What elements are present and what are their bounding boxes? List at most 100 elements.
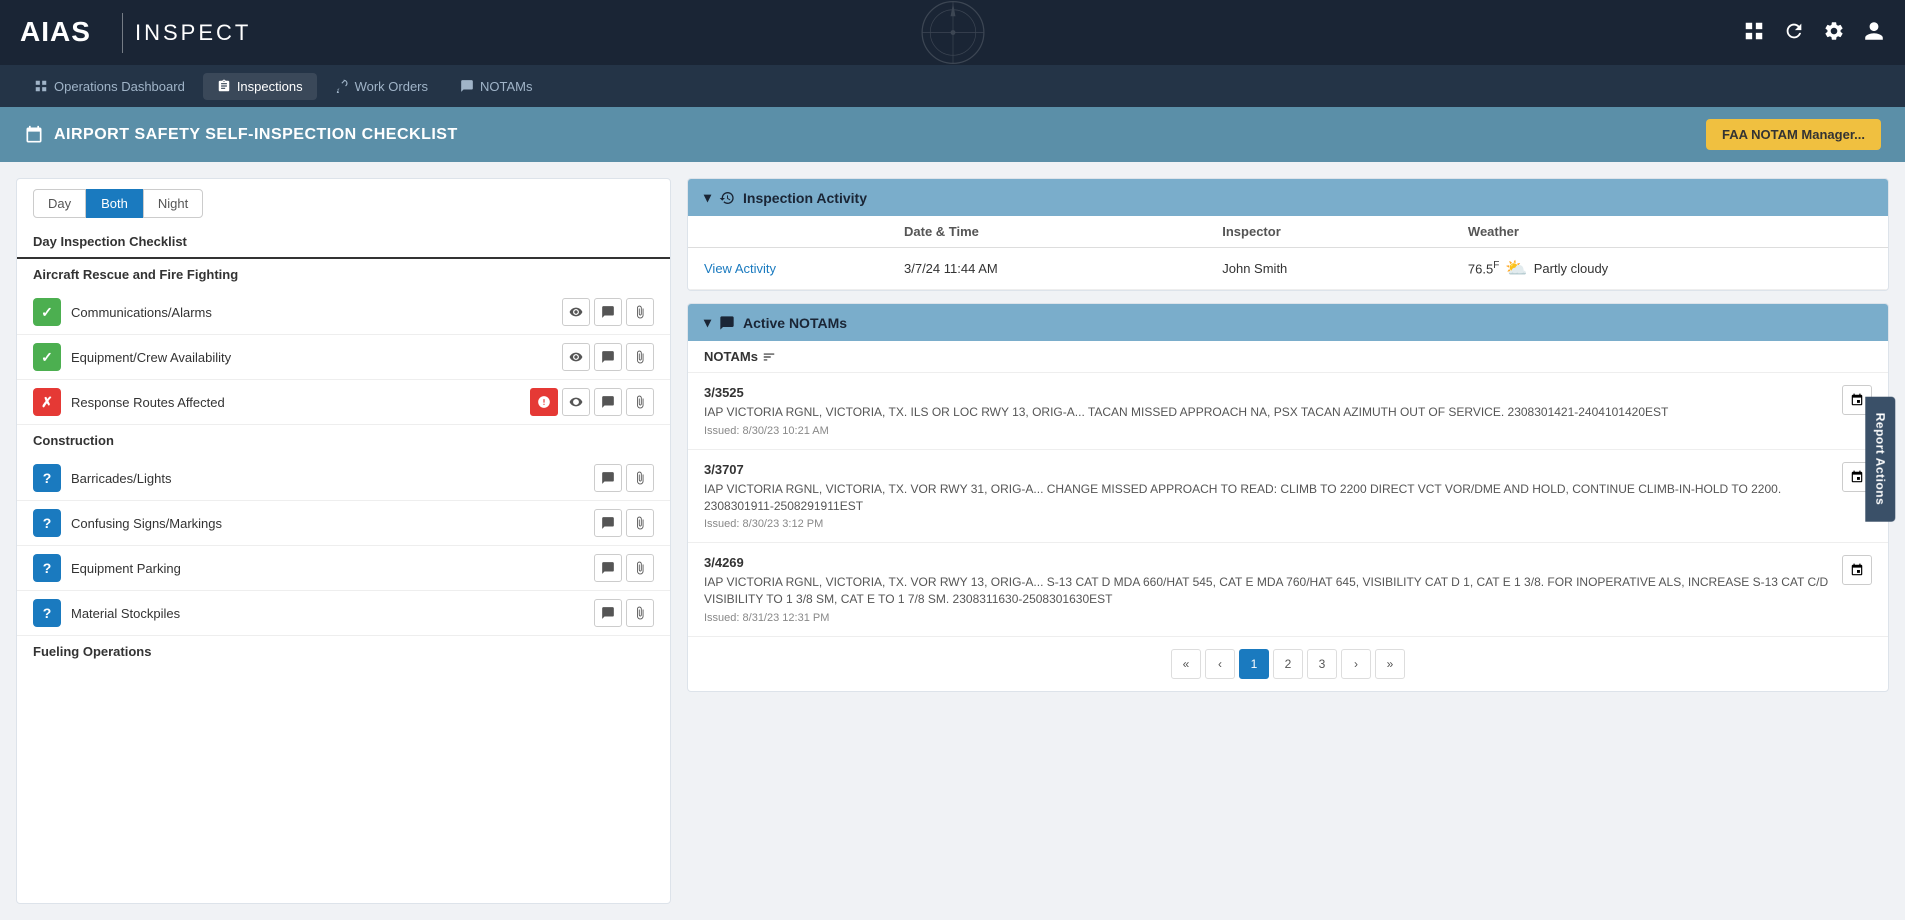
notam-issued-3707: Issued: 8/30/23 3:12 PM <box>704 518 1832 530</box>
app-logo: AIAS INSPECT <box>20 9 251 56</box>
attach-icon-b <box>633 471 647 485</box>
activity-row: View Activity 3/7/24 11:44 AM John Smith… <box>688 248 1888 290</box>
report-actions-tab[interactable]: Report Actions <box>1866 396 1896 521</box>
page-header-content: AIRPORT SAFETY SELF-INSPECTION CHECKLIST <box>24 125 458 145</box>
notam-content-3525: 3/3525 IAP VICTORIA RGNL, VICTORIA, TX. … <box>704 385 1832 437</box>
attach-btn-barricades[interactable] <box>626 464 654 492</box>
comment-icon-3 <box>601 395 615 409</box>
secondary-nav: Operations Dashboard Inspections Work Or… <box>0 65 1905 107</box>
comment-btn-barricades[interactable] <box>594 464 622 492</box>
notam-row-3707: 3/3707 IAP VICTORIA RGNL, VICTORIA, TX. … <box>688 450 1888 544</box>
chevron-down-icon-notams: ▾ <box>704 314 711 331</box>
notam-text-3707: IAP VICTORIA RGNL, VICTORIA, TX. VOR RWY… <box>704 481 1832 515</box>
refresh-icon[interactable] <box>1783 20 1805 45</box>
item-actions-material <box>594 599 654 627</box>
comment-btn-response-routes[interactable] <box>594 388 622 416</box>
comment-btn-comm-alarms[interactable] <box>594 298 622 326</box>
notam-id-3707: 3/3707 <box>704 462 1832 477</box>
pagination-page-2[interactable]: 2 <box>1273 649 1303 679</box>
calendar-icon <box>24 125 44 145</box>
pagination-prev[interactable]: ‹ <box>1205 649 1235 679</box>
attach-btn-equip-parking[interactable] <box>626 554 654 582</box>
inspection-activity-header[interactable]: ▾ Inspection Activity <box>688 179 1888 216</box>
eye-icon <box>569 305 583 319</box>
logo-text: AIAS <box>20 9 110 56</box>
pagination-page-3[interactable]: 3 <box>1307 649 1337 679</box>
notam-pin-icon <box>1850 393 1864 407</box>
filter-both-btn[interactable]: Both <box>86 189 143 218</box>
item-label-equip-crew: Equipment/Crew Availability <box>71 350 552 365</box>
attach-btn-material[interactable] <box>626 599 654 627</box>
filter-night-btn[interactable]: Night <box>143 189 203 218</box>
col-date-time <box>688 216 888 248</box>
comment-btn-equip-crew[interactable] <box>594 343 622 371</box>
comment-btn-equip-parking[interactable] <box>594 554 622 582</box>
notams-filter-label: NOTAMs <box>704 349 776 364</box>
attach-icon-m <box>633 606 647 620</box>
chat-nav-icon <box>460 79 474 93</box>
item-label-response-routes: Response Routes Affected <box>71 395 520 410</box>
nav-operations[interactable]: Operations Dashboard <box>20 73 199 100</box>
chevron-down-icon: ▾ <box>704 189 711 206</box>
status-unknown-material: ? <box>33 599 61 627</box>
filter-row: Day Both Night <box>17 179 670 228</box>
view-btn-comm-alarms[interactable] <box>562 298 590 326</box>
pagination-last[interactable]: » <box>1375 649 1405 679</box>
activity-inspector: John Smith <box>1206 248 1452 290</box>
notam-action-btn-4269[interactable] <box>1842 555 1872 585</box>
eye-icon-2 <box>569 350 583 364</box>
checklist-item-material-stockpiles: ? Material Stockpiles <box>17 591 670 636</box>
view-activity-link[interactable]: View Activity <box>704 261 776 276</box>
section-construction-header: Construction <box>17 425 670 456</box>
checklist-title: Day Inspection Checklist <box>17 228 670 259</box>
attach-btn-equip-crew[interactable] <box>626 343 654 371</box>
filter-day-btn[interactable]: Day <box>33 189 86 218</box>
logo-divider <box>122 13 123 53</box>
top-nav-actions <box>1743 20 1885 45</box>
section-fueling-header: Fueling Operations <box>17 636 670 667</box>
sort-icon[interactable] <box>762 350 776 364</box>
comment-icon-2 <box>601 350 615 364</box>
faa-notam-btn[interactable]: FAA NOTAM Manager... <box>1706 119 1881 150</box>
comment-btn-confusing[interactable] <box>594 509 622 537</box>
status-unknown-confusing: ? <box>33 509 61 537</box>
weather-icon: ⛅ <box>1505 258 1527 279</box>
view-btn-equip-crew[interactable] <box>562 343 590 371</box>
attach-btn-response-routes[interactable] <box>626 388 654 416</box>
nav-inspections[interactable]: Inspections <box>203 73 317 100</box>
comment-icon-ep <box>601 561 615 575</box>
status-fail: ✗ <box>33 388 61 416</box>
chat-notams-icon <box>719 315 735 331</box>
notam-row-4269: 3/4269 IAP VICTORIA RGNL, VICTORIA, TX. … <box>688 543 1888 637</box>
product-name: INSPECT <box>135 20 251 46</box>
pagination-next[interactable]: › <box>1341 649 1371 679</box>
attach-btn-comm-alarms[interactable] <box>626 298 654 326</box>
attach-icon-ep <box>633 561 647 575</box>
user-icon[interactable] <box>1863 20 1885 45</box>
view-btn-response-routes[interactable] <box>562 388 590 416</box>
active-notams-title: Active NOTAMs <box>743 315 847 331</box>
active-notams-section: ▾ Active NOTAMs NOTAMs 3/3525 IAP VICTOR… <box>687 303 1889 692</box>
activity-weather: 76.5F ⛅ Partly cloudy <box>1452 248 1888 290</box>
item-label-barricades: Barricades/Lights <box>71 471 584 486</box>
notam-text-3525: IAP VICTORIA RGNL, VICTORIA, TX. ILS OR … <box>704 404 1832 421</box>
status-pass: ✓ <box>33 298 61 326</box>
col-weather: Weather <box>1452 216 1888 248</box>
alert-btn-response-routes[interactable] <box>530 388 558 416</box>
nav-notams[interactable]: NOTAMs <box>446 73 546 100</box>
pagination-page-1[interactable]: 1 <box>1239 649 1269 679</box>
page-title: AIRPORT SAFETY SELF-INSPECTION CHECKLIST <box>54 126 458 144</box>
settings-icon[interactable] <box>1823 20 1845 45</box>
item-label-equip-parking: Equipment Parking <box>71 561 584 576</box>
notam-content-4269: 3/4269 IAP VICTORIA RGNL, VICTORIA, TX. … <box>704 555 1832 624</box>
attach-btn-confusing[interactable] <box>626 509 654 537</box>
inspection-activity-title: Inspection Activity <box>743 190 867 206</box>
pagination-first[interactable]: « <box>1171 649 1201 679</box>
item-label-comm-alarms: Communications/Alarms <box>71 305 552 320</box>
status-pass-2: ✓ <box>33 343 61 371</box>
active-notams-header[interactable]: ▾ Active NOTAMs <box>688 304 1888 341</box>
nav-workorders[interactable]: Work Orders <box>321 73 442 100</box>
comment-btn-material[interactable] <box>594 599 622 627</box>
clipboard-nav-icon <box>217 79 231 93</box>
grid-icon[interactable] <box>1743 20 1765 45</box>
